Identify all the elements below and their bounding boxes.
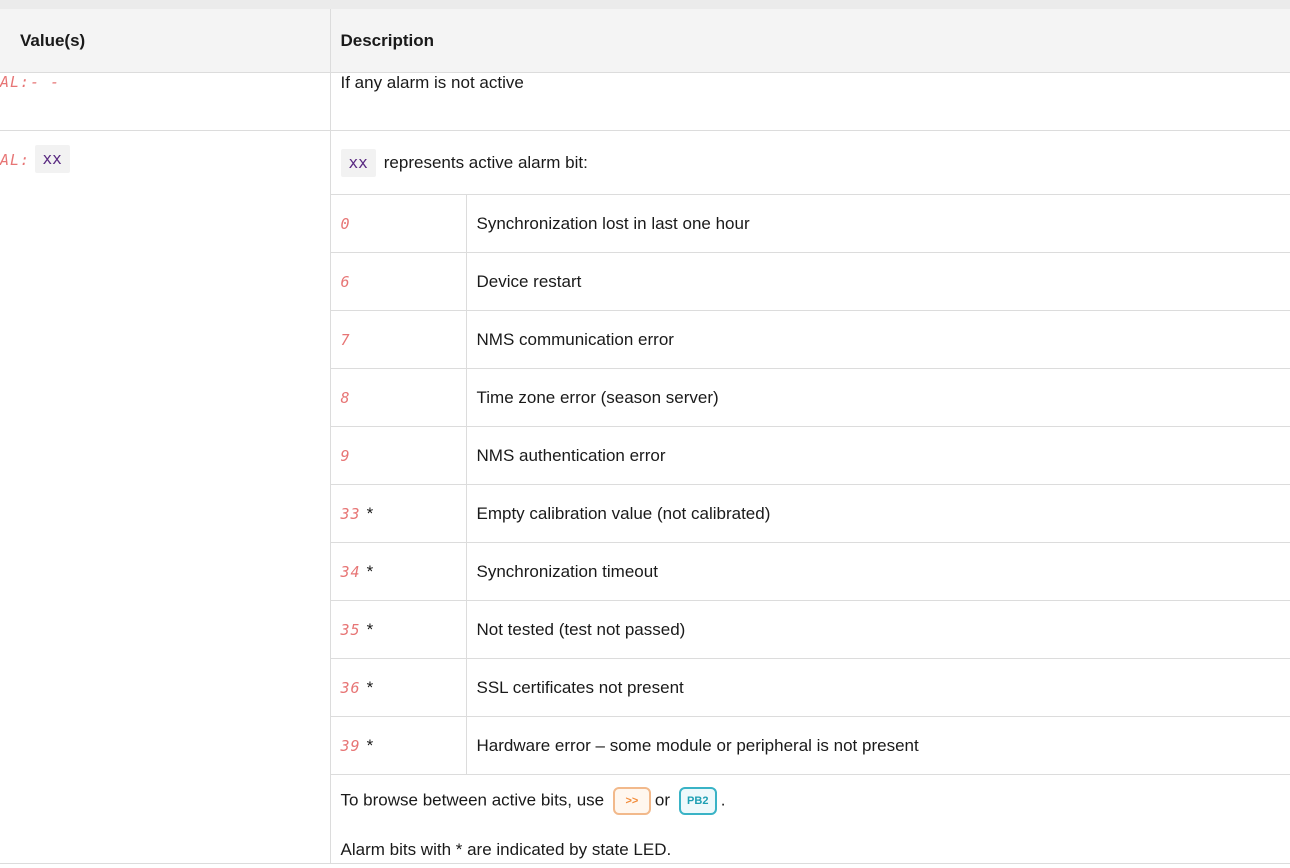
lcd-bit-number: 6 — [340, 272, 351, 291]
lcd-bit-number: 8 — [340, 388, 351, 407]
bit-cell: 34 * — [330, 542, 467, 601]
alarm-bit-row: 35 * Not tested (test not passed) — [330, 600, 1290, 659]
bit-description: NMS communication error — [465, 310, 1290, 369]
lcd-bit-number: 36 — [340, 678, 361, 697]
bit-cell: 6 — [330, 252, 467, 311]
alarm-bit-row: 8 Time zone error (season server) — [330, 368, 1290, 427]
value-cell: AL: xx — [0, 130, 331, 864]
lcd-bit-number: 35 — [340, 620, 361, 639]
column-header-values: Value(s) — [0, 9, 331, 73]
lcd-bit-number: 33 — [340, 504, 361, 523]
alarm-values-table: Value(s) Description AL:- - If any alarm… — [0, 9, 1290, 864]
bit-description: SSL certificates not present — [465, 658, 1290, 717]
led-indicator-star: * — [366, 561, 374, 581]
bit-description: NMS authentication error — [465, 426, 1290, 485]
alarm-bit-row: 6 Device restart — [330, 252, 1290, 311]
value-cell: AL:- - — [0, 72, 331, 131]
bit-cell: 39 * — [330, 716, 467, 775]
table-header-row: Value(s) Description — [0, 9, 1290, 73]
alarm-bit-row: 0 Synchronization lost in last one hour — [330, 195, 1290, 253]
alarm-bit-row: 7 NMS communication error — [330, 310, 1290, 369]
alarm-bit-row: 9 NMS authentication error — [330, 426, 1290, 485]
lcd-display-value: AL:- - — [0, 73, 61, 91]
bit-description: Synchronization timeout — [465, 542, 1290, 601]
alarm-bit-row: 33 * Empty calibration value (not calibrat… — [330, 484, 1290, 543]
intro-text: represents active alarm bit: — [383, 152, 588, 172]
bit-description: Synchronization lost in last one hour — [465, 195, 1290, 253]
code-placeholder: xx — [34, 145, 70, 173]
lcd-bit-number: 39 — [340, 736, 361, 755]
description-text: If any alarm is not active — [340, 73, 524, 92]
lcd-bit-number: 34 — [340, 562, 361, 581]
led-indicator-star: * — [366, 677, 374, 697]
bit-description: Empty calibration value (not calibrated) — [465, 484, 1290, 543]
led-indicator-star: * — [366, 503, 374, 523]
table-row-active: AL: xx xx represents active alarm bit: 0… — [0, 130, 1290, 864]
browse-or-text: or — [654, 790, 671, 810]
alarm-bits-table: 0 Synchronization lost in last one hour 6 D… — [330, 195, 1290, 775]
table-row-inactive: AL:- - If any alarm is not active — [0, 72, 1290, 131]
alarm-bit-row: 34 * Synchronization timeout — [330, 542, 1290, 601]
top-border — [0, 0, 1290, 9]
led-note: Alarm bits with * are indicated by state… — [340, 840, 672, 859]
documentation-page: Value(s) Description AL:- - If any alarm… — [0, 0, 1290, 868]
next-button-icon: >> — [612, 787, 651, 815]
bit-cell: 36 * — [330, 658, 467, 717]
column-header-description: Description — [329, 9, 1290, 73]
alarm-bit-row: 39 * Hardware error – some module or perip… — [330, 716, 1290, 775]
bit-cell: 0 — [330, 195, 467, 253]
bit-cell: 8 — [330, 368, 467, 427]
led-indicator-star: * — [366, 735, 374, 755]
browse-instructions: To browse between active bits, use >> or … — [331, 775, 1290, 863]
bit-cell: 7 — [330, 310, 467, 369]
alarm-bit-row: 36 * SSL certificates not present — [330, 658, 1290, 717]
bit-description: Hardware error – some module or peripher… — [465, 716, 1290, 775]
led-indicator-star: * — [366, 619, 374, 639]
bit-cell: 35 * — [330, 600, 467, 659]
pb2-button-icon: PB2 — [678, 787, 717, 815]
lcd-display-prefix: AL: — [0, 150, 31, 169]
bit-cell: 9 — [330, 426, 467, 485]
lcd-bit-number: 0 — [340, 214, 351, 233]
description-cell: xx represents active alarm bit: 0 Synchro… — [329, 130, 1290, 864]
browse-period: . — [720, 790, 726, 810]
description-cell: If any alarm is not active — [329, 72, 1290, 131]
bit-description: Time zone error (season server) — [465, 368, 1290, 427]
active-bit-intro: xx represents active alarm bit: — [330, 131, 1290, 195]
code-placeholder: xx — [340, 148, 376, 177]
bit-cell: 33 * — [330, 484, 467, 543]
browse-line: To browse between active bits, use >> or … — [341, 787, 1281, 815]
lcd-bit-number: 7 — [340, 330, 351, 349]
bit-description: Device restart — [465, 252, 1290, 311]
browse-text: To browse between active bits, use — [340, 790, 605, 810]
bit-description: Not tested (test not passed) — [465, 600, 1290, 659]
lcd-bit-number: 9 — [340, 446, 351, 465]
